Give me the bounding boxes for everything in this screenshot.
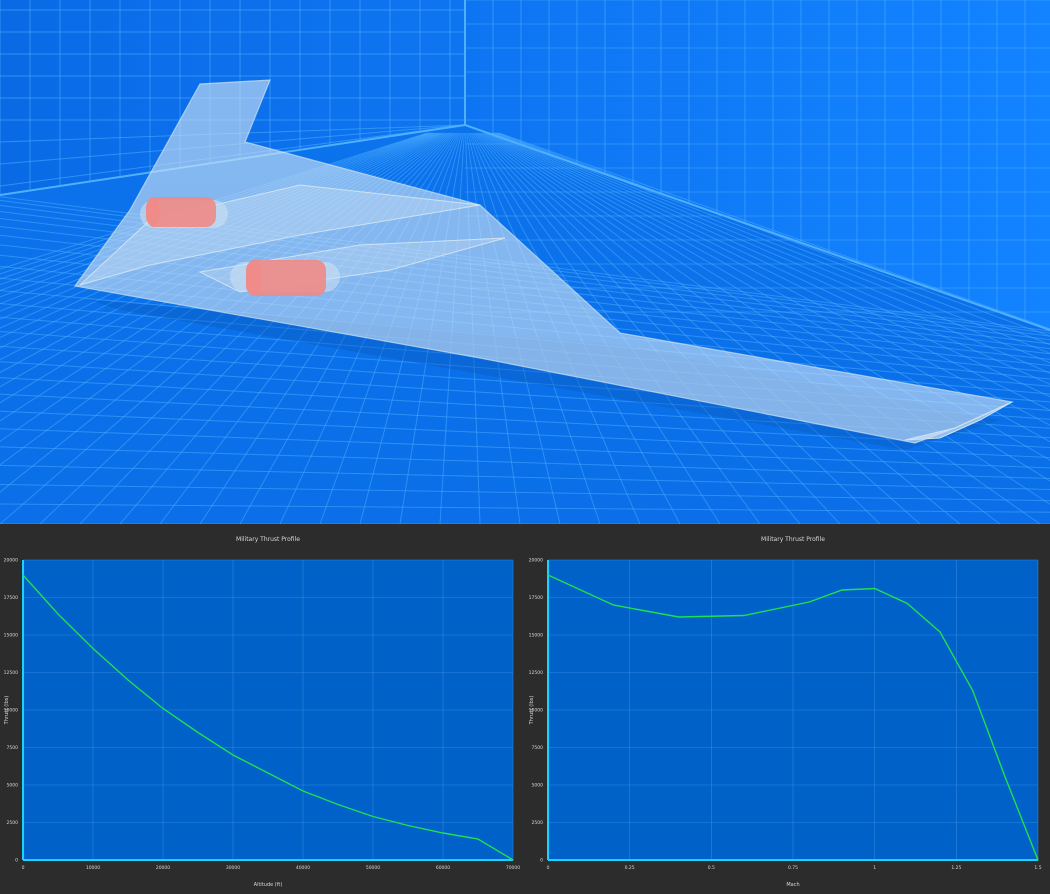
x-tick-label: 50000 — [366, 865, 380, 871]
data-point — [302, 790, 304, 792]
data-point — [162, 707, 164, 710]
y-tick-label: 7500 — [532, 745, 544, 751]
x-tick-label: 20000 — [156, 865, 170, 871]
x-tick-label: 40000 — [296, 865, 310, 871]
data-point — [442, 832, 444, 834]
data-point — [1004, 776, 1006, 779]
engine-left[interactable] — [140, 197, 228, 228]
data-point — [127, 679, 129, 681]
3d-scene[interactable] — [0, 0, 1050, 524]
x-tick-label: 0 — [547, 865, 550, 871]
y-tick-label: 0 — [15, 858, 18, 864]
x-tick-label: 60000 — [436, 865, 450, 871]
x-axis-label: Mach — [786, 882, 799, 888]
y-axis-label: Thrust (lbs) — [529, 696, 535, 726]
y-tick-label: 20000 — [4, 558, 18, 564]
data-point — [232, 754, 234, 756]
thrust-vs-altitude-chart[interactable]: Military Thrust Profile 0 10000 20000 30000 4… — [0, 524, 525, 894]
3d-viewport[interactable] — [0, 0, 1050, 524]
y-tick-label: 17500 — [4, 595, 18, 601]
chart-title: Military Thrust Profile — [236, 536, 300, 543]
y-tick-label: 7500 — [7, 745, 19, 751]
data-point — [547, 574, 549, 576]
y-tick-label: 5000 — [532, 783, 544, 789]
x-tick-label: 0.5 — [708, 865, 715, 871]
data-point — [743, 614, 745, 617]
data-point — [906, 602, 908, 605]
data-point — [874, 587, 876, 590]
x-tick-label: 1.5 — [1034, 865, 1041, 871]
data-point — [808, 601, 810, 603]
charts-area: Military Thrust Profile 0 10000 20000 30000 4… — [0, 524, 1050, 894]
x-tick-label: 0.25 — [625, 865, 635, 871]
data-point — [612, 604, 614, 606]
y-tick-label: 0 — [540, 858, 543, 864]
x-tick-label: 1.25 — [951, 865, 961, 871]
x-tick-label: 0.75 — [788, 865, 798, 871]
engine-intake-left — [146, 197, 160, 227]
y-tick-label: 12500 — [4, 670, 18, 676]
y-tick-label: 20000 — [529, 558, 543, 564]
y-axis-label: Thrust (lbs) — [4, 696, 10, 726]
data-point — [939, 631, 941, 633]
data-point — [678, 616, 680, 618]
y-tick-label: 2500 — [532, 820, 544, 826]
data-point — [477, 838, 479, 840]
y-tick-label: 2500 — [7, 820, 19, 826]
mach-chart-panel: Military Thrust Profile 0 0.25 0.5 0.75 1 1.25… — [525, 524, 1050, 894]
altitude-chart-panel: Military Thrust Profile 0 10000 20000 30000 4… — [0, 524, 525, 894]
thrust-vs-mach-chart[interactable]: Military Thrust Profile 0 0.25 0.5 0.75 1 1.25… — [525, 524, 1050, 894]
data-point — [22, 574, 24, 576]
y-tick-label: 15000 — [4, 633, 18, 639]
data-point — [1037, 859, 1039, 861]
x-tick-label: 10000 — [86, 865, 100, 871]
x-axis-label: Altitude (ft) — [254, 882, 283, 888]
data-point — [972, 689, 974, 692]
data-point — [197, 731, 199, 734]
data-point — [337, 803, 339, 806]
y-tick-label: 15000 — [529, 633, 543, 639]
data-point — [512, 859, 514, 861]
y-tick-label: 12500 — [529, 670, 543, 676]
x-tick-label: 0 — [22, 865, 25, 871]
y-tick-label: 5000 — [7, 783, 19, 789]
y-tick-label: 17500 — [529, 595, 543, 601]
x-tick-label: 1 — [873, 865, 876, 871]
data-point — [57, 613, 59, 615]
data-point — [267, 772, 269, 774]
chart-title: Military Thrust Profile — [761, 536, 825, 543]
data-point — [372, 815, 374, 818]
data-point — [841, 589, 843, 591]
x-tick-label: 70000 — [506, 865, 520, 871]
x-tick-label: 30000 — [226, 865, 240, 871]
data-point — [92, 647, 94, 650]
engine-right[interactable] — [230, 260, 340, 296]
data-point — [407, 824, 409, 827]
engine-intake-right — [246, 260, 262, 296]
